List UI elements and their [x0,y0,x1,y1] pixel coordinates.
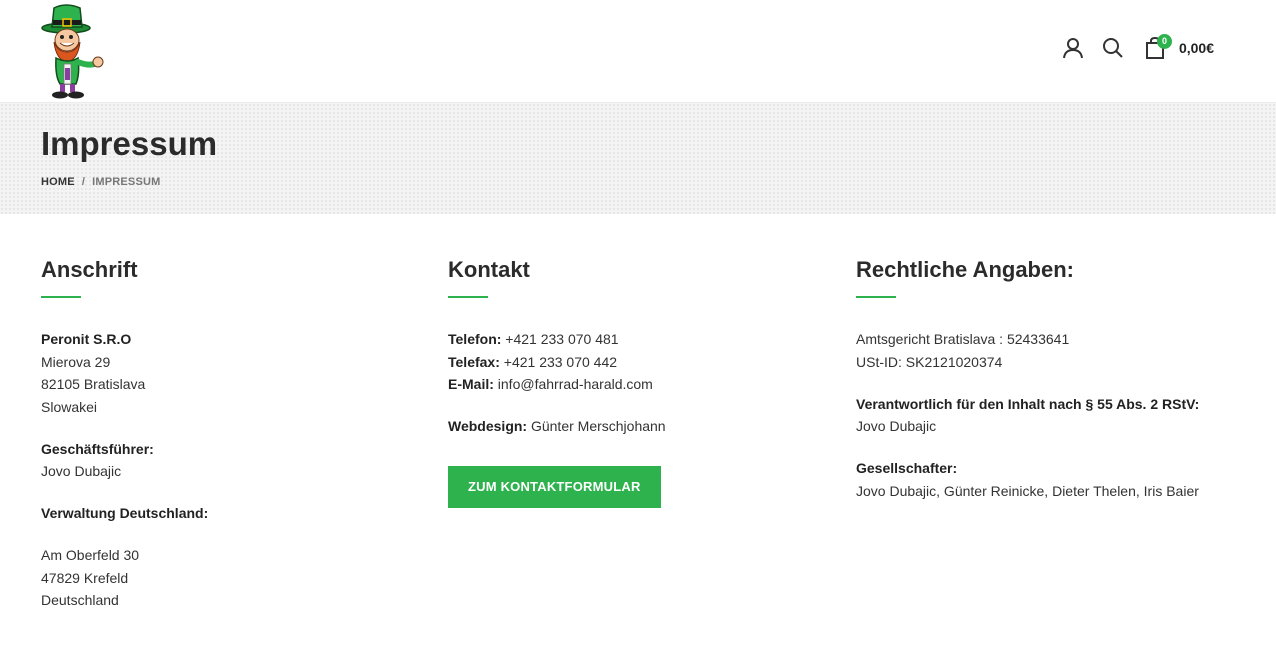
ceo-name: Jovo Dubajic [41,463,122,479]
ceo-label: Geschäftsführer: [41,440,154,457]
admin-city: 47829 Krefeld [41,569,129,586]
admin-street: Am Oberfeld 30 [41,547,140,563]
phone-line: Telefon: +421 233 070 481 [448,328,828,351]
company-name: Peronit S.R.O [41,331,132,347]
fax-line: Telefax: +421 233 070 442 [448,351,828,374]
page-title-band: Impressum HOME / IMPRESSUM [0,102,1276,214]
fax-value: +421 233 070 442 [499,353,618,370]
webdesign-line: Webdesign: Günter Merschjohann [448,415,828,438]
breadcrumb-home-link[interactable]: HOME [41,176,75,188]
user-icon[interactable] [1061,36,1085,60]
leprechaun-logo-image [41,4,104,99]
webdesign-value: Günter Merschjohann [527,418,666,434]
company-street: Mierova 29 [41,353,111,370]
partners-label: Gesellschafter: [856,460,958,476]
search-icon[interactable] [1101,36,1125,60]
admin-country: Deutschland [41,592,119,608]
breadcrumb-current: IMPRESSUM [92,176,161,188]
anschrift-column: Anschrift Peronit S.R.O Mierova 29 82105… [41,256,421,612]
admin-label: Verwaltung Deutschland: [41,505,209,521]
company-city: 82105 Bratislava [41,376,146,392]
responsible-label: Verantwortlich für den Inhalt nach § 55 … [856,395,1200,412]
breadcrumb-separator: / [81,176,86,188]
header-tools: 0 0,00€ [1061,34,1214,60]
email-line: E-Mail: info@fahrrad-harald.com [448,373,828,396]
heading-underline [856,296,896,298]
heading-underline [448,296,488,298]
rechtliches-column: Rechtliche Angaben: Amtsgericht Bratisla… [856,256,1236,502]
cart-count-badge: 0 [1156,34,1172,49]
site-header: 0 0,00€ [0,0,1276,102]
kontakt-heading: Kontakt [448,257,530,282]
vat-id: USt-ID: SK2121020374 [856,353,1003,370]
email-value[interactable]: info@fahrrad-harald.com [494,376,653,392]
court-registration: Amtsgericht Bratislava : 52433641 [856,331,1070,347]
anschrift-heading: Anschrift [41,257,138,282]
leprechaun-logo[interactable] [38,2,110,100]
webdesign-label: Webdesign: [448,418,528,434]
phone-label: Telefon: [448,331,502,347]
breadcrumb: HOME / IMPRESSUM [41,176,161,188]
cart-button[interactable]: 0 0,00€ [1143,34,1214,60]
phone-value: +421 233 070 481 [501,331,619,347]
contact-form-button[interactable]: ZUM KONTAKTFORMULAR [448,465,661,508]
responsible-name: Jovo Dubajic [856,418,937,434]
kontakt-column: Kontakt Telefon: +421 233 070 481 Telefa… [448,256,828,508]
company-country: Slowakei [41,398,98,415]
partners-list: Jovo Dubajic, Günter Reinicke, Dieter Th… [856,482,1199,499]
email-label: E-Mail: [448,376,494,392]
cart-total: 0,00€ [1178,40,1214,56]
rechtliches-heading: Rechtliche Angaben: [856,257,1074,282]
heading-underline [41,296,81,298]
page-title: Impressum [41,125,218,162]
fax-label: Telefax: [448,353,500,370]
